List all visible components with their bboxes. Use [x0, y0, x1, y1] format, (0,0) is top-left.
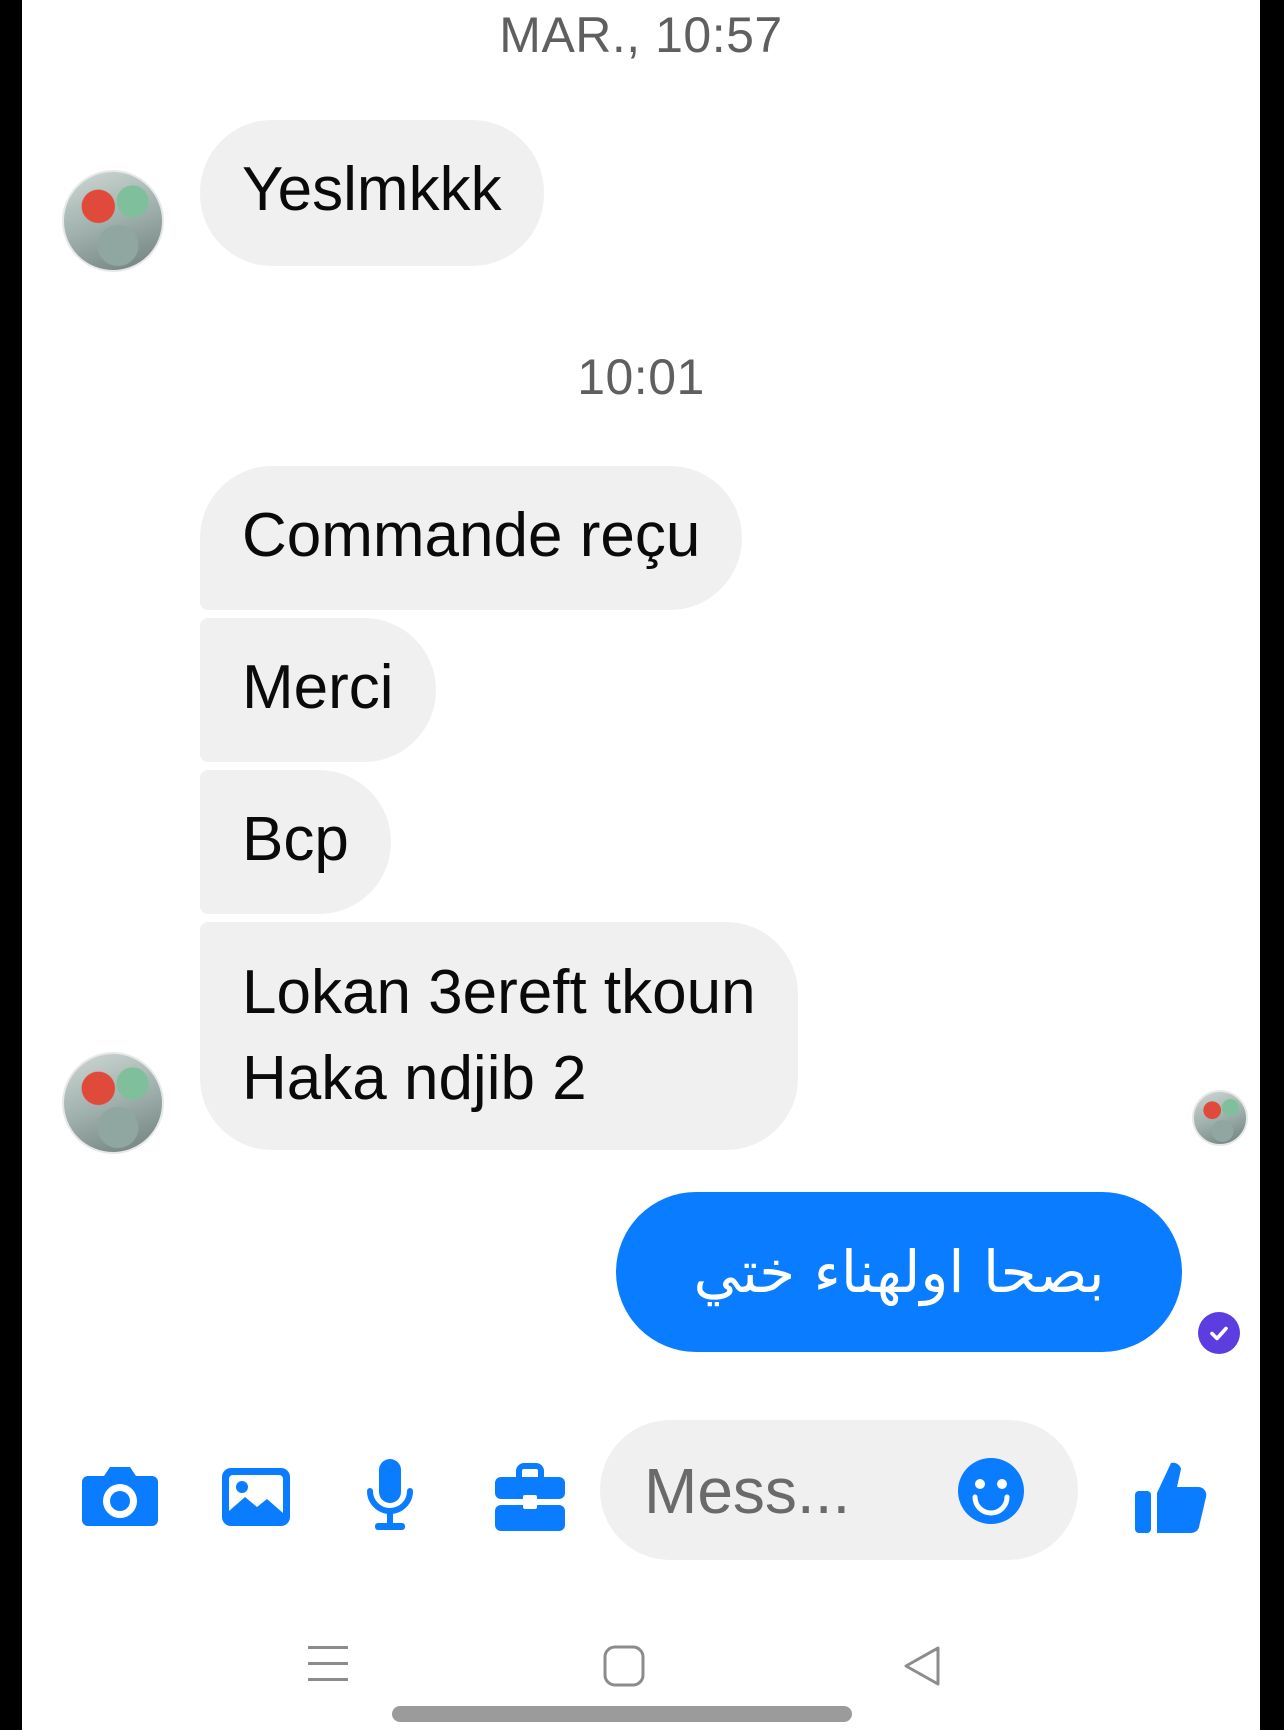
incoming-message[interactable]: Lokan 3ereft tkoun Haka ndjib 2	[200, 922, 798, 1150]
outgoing-message[interactable]: بصحا اولهناء ختي	[616, 1192, 1182, 1352]
message-text: Commande reçu	[242, 501, 701, 570]
message-text: Merci	[242, 653, 394, 722]
incoming-message[interactable]: Commande reçu	[200, 466, 743, 610]
home-button[interactable]	[602, 1644, 646, 1688]
read-receipt-avatar	[1192, 1090, 1248, 1146]
message-text-line: Lokan 3ereft tkoun	[242, 958, 756, 1027]
incoming-message[interactable]: Merci	[200, 618, 436, 762]
message-text: Yeslmkkk	[242, 155, 502, 224]
recent-apps-button[interactable]	[306, 1642, 350, 1686]
camera-icon[interactable]	[78, 1462, 162, 1532]
message-composer[interactable]	[600, 1420, 1078, 1560]
thumbs-up-icon[interactable]	[1132, 1456, 1210, 1536]
contact-avatar[interactable]	[62, 170, 164, 272]
home-indicator[interactable]	[392, 1706, 852, 1722]
incoming-message[interactable]: Yeslmkkk	[200, 120, 544, 266]
seen-check-icon	[1198, 1312, 1240, 1354]
image-icon[interactable]	[218, 1464, 294, 1530]
microphone-icon[interactable]	[360, 1456, 420, 1538]
timestamp: MAR., 10:57	[499, 7, 783, 63]
timestamp: 10:01	[577, 349, 705, 405]
emoji-icon[interactable]	[956, 1456, 1026, 1526]
back-button[interactable]	[900, 1644, 944, 1688]
contact-avatar[interactable]	[62, 1052, 164, 1154]
message-text: Bcp	[242, 805, 349, 874]
message-text: بصحا اولهناء ختي	[693, 1238, 1105, 1306]
incoming-message[interactable]: Bcp	[200, 770, 391, 914]
messenger-conversation: MAR., 10:57 Yeslmkkk 10:01 Commande reçu…	[22, 0, 1260, 1730]
toolbox-icon[interactable]	[492, 1460, 568, 1536]
message-text-line: Haka ndjib 2	[242, 1044, 587, 1113]
message-input[interactable]	[642, 1450, 946, 1532]
